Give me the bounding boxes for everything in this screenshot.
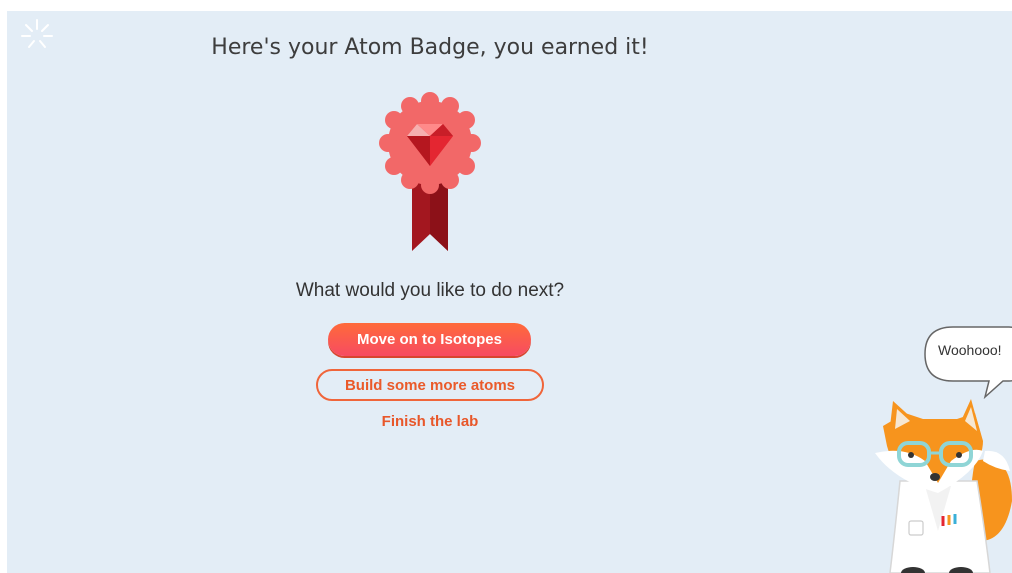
build-more-atoms-button[interactable]: Build some more atoms [316,369,544,401]
speech-bubble-text: Woohooo! [938,342,1002,358]
page-title: Here's your Atom Badge, you earned it! [211,35,649,60]
fox-scientist-mascot-icon [875,399,1012,573]
finish-lab-link[interactable]: Finish the lab [7,413,853,430]
atom-badge-icon [379,92,481,251]
move-on-to-isotopes-button[interactable]: Move on to Isotopes [328,323,531,356]
speech-bubble-icon [924,326,1012,399]
lab-stage: Here's your Atom Badge, you earned it! W… [7,11,1012,573]
next-question: What would you like to do next? [295,280,565,301]
